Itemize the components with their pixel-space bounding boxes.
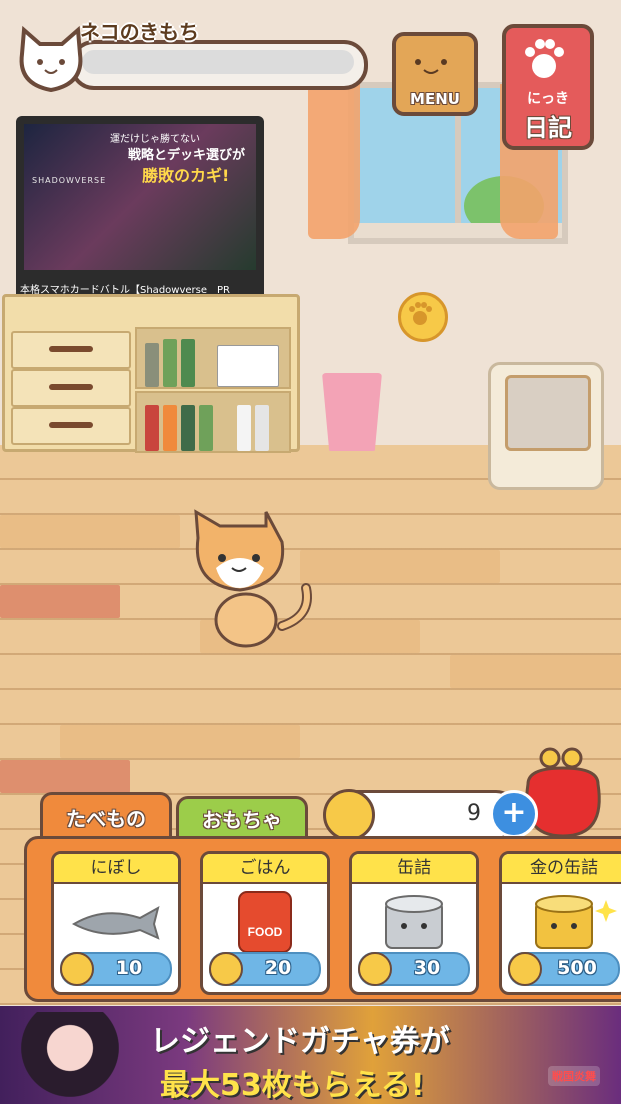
banner-ad[interactable]: レジェンドガチャ券が 最大53枚もらえる! 戦国炎舞 [0, 1006, 621, 1104]
price-tag: 20 [209, 952, 321, 986]
mood-gauge [70, 40, 368, 90]
menu-button[interactable]: MENU [392, 32, 478, 116]
price-tag: 500 [508, 952, 620, 986]
paw-icon [525, 39, 564, 78]
curtain-left [308, 84, 360, 239]
tv-screen: 運だけじゃ勝てない 戦略とデッキ選びが 勝敗のカギ! SHADOWVERSE [24, 124, 256, 270]
diary-label: 日記 [524, 114, 572, 142]
food-bag-label: FOOD [248, 925, 283, 939]
shelf [135, 327, 291, 389]
shop-item-can[interactable]: 缶詰 30 [349, 851, 479, 995]
cat-character[interactable] [186, 508, 316, 648]
paw-icon [409, 302, 432, 325]
mood-label: ネコのきもち [80, 20, 199, 44]
coin-pickup[interactable] [398, 292, 448, 342]
shop-panel: にぼし 10 ごはん FOOD 20 缶詰 30 金の缶詰 500 [24, 836, 621, 1002]
item-price: 20 [264, 957, 292, 979]
banner-character-image [10, 1012, 130, 1102]
cat-can-icon [385, 895, 443, 949]
paw-coin-icon [323, 789, 375, 841]
item-name: ごはん [203, 854, 327, 884]
item-price: 500 [557, 957, 597, 979]
dried-fish-icon [71, 906, 160, 940]
shop-item-niboshi[interactable]: にぼし 10 [51, 851, 181, 995]
diary-button[interactable]: にっき 日記 [502, 24, 594, 150]
tv-ad-text: 戦略とデッキ選びが [128, 148, 246, 163]
price-tag: 10 [60, 952, 172, 986]
price-tag: 30 [358, 952, 470, 986]
tv-ad[interactable]: 運だけじゃ勝てない 戦略とデッキ選びが 勝敗のカギ! SHADOWVERSE 本… [16, 116, 264, 300]
food-dish[interactable] [488, 362, 604, 490]
item-price: 30 [413, 957, 441, 979]
item-name: にぼし [54, 854, 178, 884]
banner-text: レジェンドガチャ券が [150, 1024, 450, 1059]
banner-headline: 最大53枚もらえる! [160, 1068, 425, 1103]
menu-label: MENU [410, 90, 460, 108]
tab-toys-label: おもちゃ [202, 808, 282, 832]
item-name: 金の缶詰 [502, 854, 621, 884]
shop-item-gold-can[interactable]: 金の缶詰 500 [499, 851, 621, 995]
banner-logo: 戦国炎舞 [548, 1066, 600, 1086]
coin-count: 9 [467, 801, 481, 826]
cat-face-icon [415, 59, 447, 74]
shop-item-gohan[interactable]: ごはん FOOD 20 [200, 851, 330, 995]
tv-ad-brand: SHADOWVERSE [32, 176, 107, 185]
item-price: 10 [115, 957, 143, 979]
tv-ad-headline: 勝敗のカギ! [142, 166, 230, 185]
trash-bin[interactable] [322, 373, 382, 451]
food-bag-icon: FOOD [238, 891, 292, 953]
cabinet [2, 294, 300, 453]
add-coins-button[interactable]: + [490, 790, 538, 838]
gold-can-icon [535, 895, 617, 949]
tv-ad-text: 運だけじゃ勝てない [110, 134, 200, 145]
shelf [135, 391, 291, 453]
cat-face-icon [19, 25, 83, 93]
item-name: 缶詰 [352, 854, 476, 884]
diary-reading: にっき [527, 91, 569, 107]
open-book-icon [217, 345, 279, 387]
